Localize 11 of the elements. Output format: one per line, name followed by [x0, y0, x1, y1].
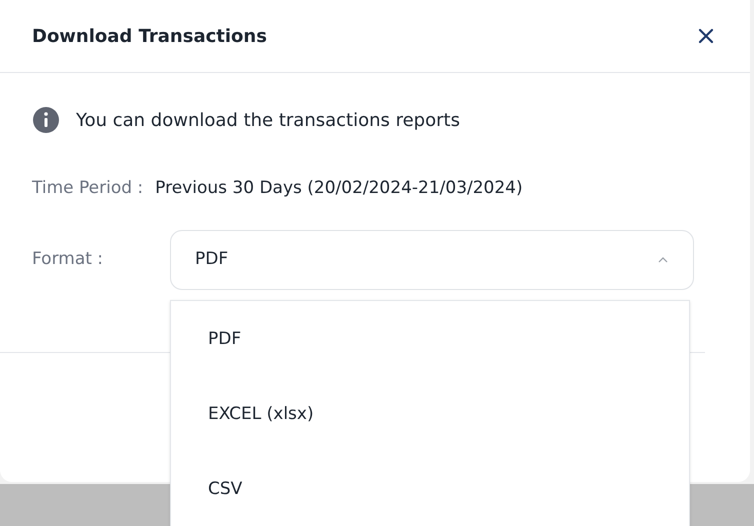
format-select[interactable]: PDF	[170, 230, 694, 290]
format-option[interactable]: CSV	[171, 452, 689, 526]
caret-icon	[657, 256, 669, 264]
format-option[interactable]: EXCEL (xlsx)	[171, 377, 689, 452]
format-label: Format :	[32, 248, 104, 271]
info-text: You can download the transactions reports	[76, 108, 460, 132]
time-period-value: Previous 30 Days (20/02/2024-21/03/2024)	[155, 177, 523, 200]
info-icon	[32, 106, 60, 134]
format-option[interactable]: PDF	[171, 302, 689, 377]
time-period-label: Time Period :	[32, 177, 144, 200]
dialog-title: Download Transactions	[32, 24, 267, 48]
